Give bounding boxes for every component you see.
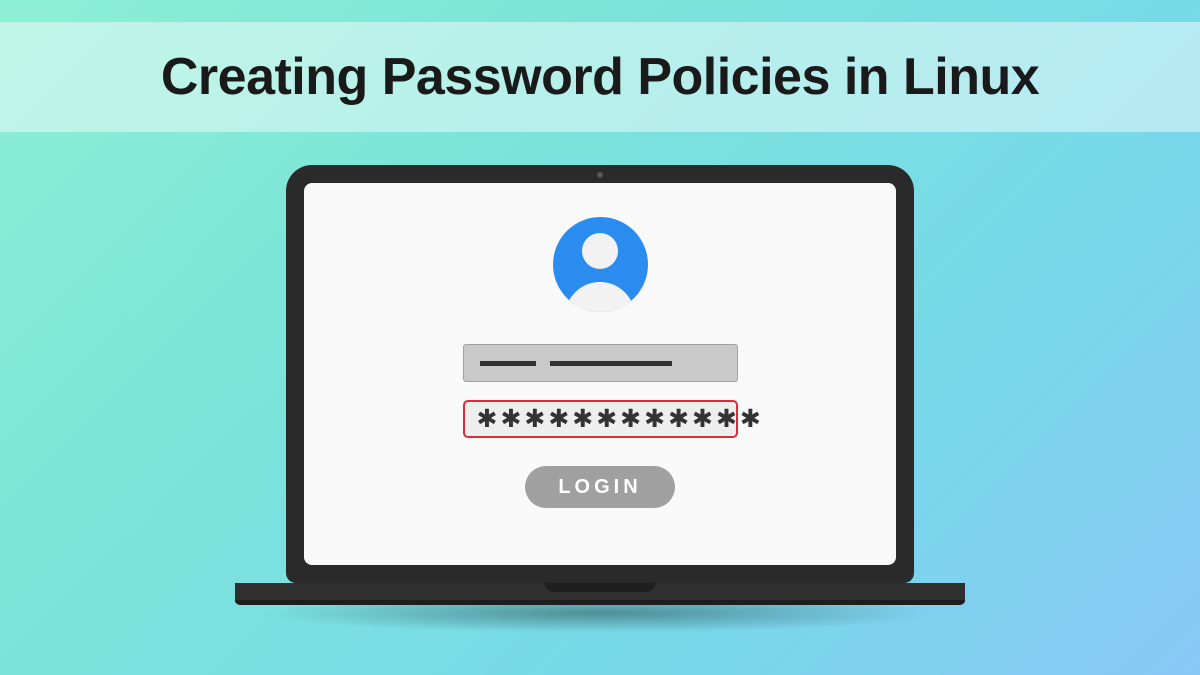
laptop-base	[235, 583, 965, 605]
page-title: Creating Password Policies in Linux	[161, 47, 1039, 107]
laptop-screen-bezel: ✱✱✱✱✱✱✱✱✱✱✱✱ LOGIN	[286, 165, 914, 583]
password-mask-text: ✱✱✱✱✱✱✱✱✱✱✱✱	[477, 407, 764, 432]
username-placeholder-part1	[480, 361, 536, 366]
login-button-label: LOGIN	[558, 476, 641, 499]
laptop-base-edge	[235, 600, 965, 605]
password-input[interactable]: ✱✱✱✱✱✱✱✱✱✱✱✱	[463, 400, 738, 438]
avatar-body	[565, 282, 635, 312]
laptop-illustration: ✱✱✱✱✱✱✱✱✱✱✱✱ LOGIN	[286, 165, 914, 605]
username-input[interactable]	[463, 344, 738, 382]
login-button[interactable]: LOGIN	[525, 466, 675, 508]
avatar-icon	[553, 217, 648, 312]
username-placeholder-part2	[550, 361, 672, 366]
title-bar: Creating Password Policies in Linux	[0, 22, 1200, 132]
laptop-hinge-notch	[545, 583, 655, 592]
login-screen: ✱✱✱✱✱✱✱✱✱✱✱✱ LOGIN	[304, 183, 896, 565]
avatar-head	[582, 233, 618, 269]
camera-icon	[597, 172, 603, 178]
